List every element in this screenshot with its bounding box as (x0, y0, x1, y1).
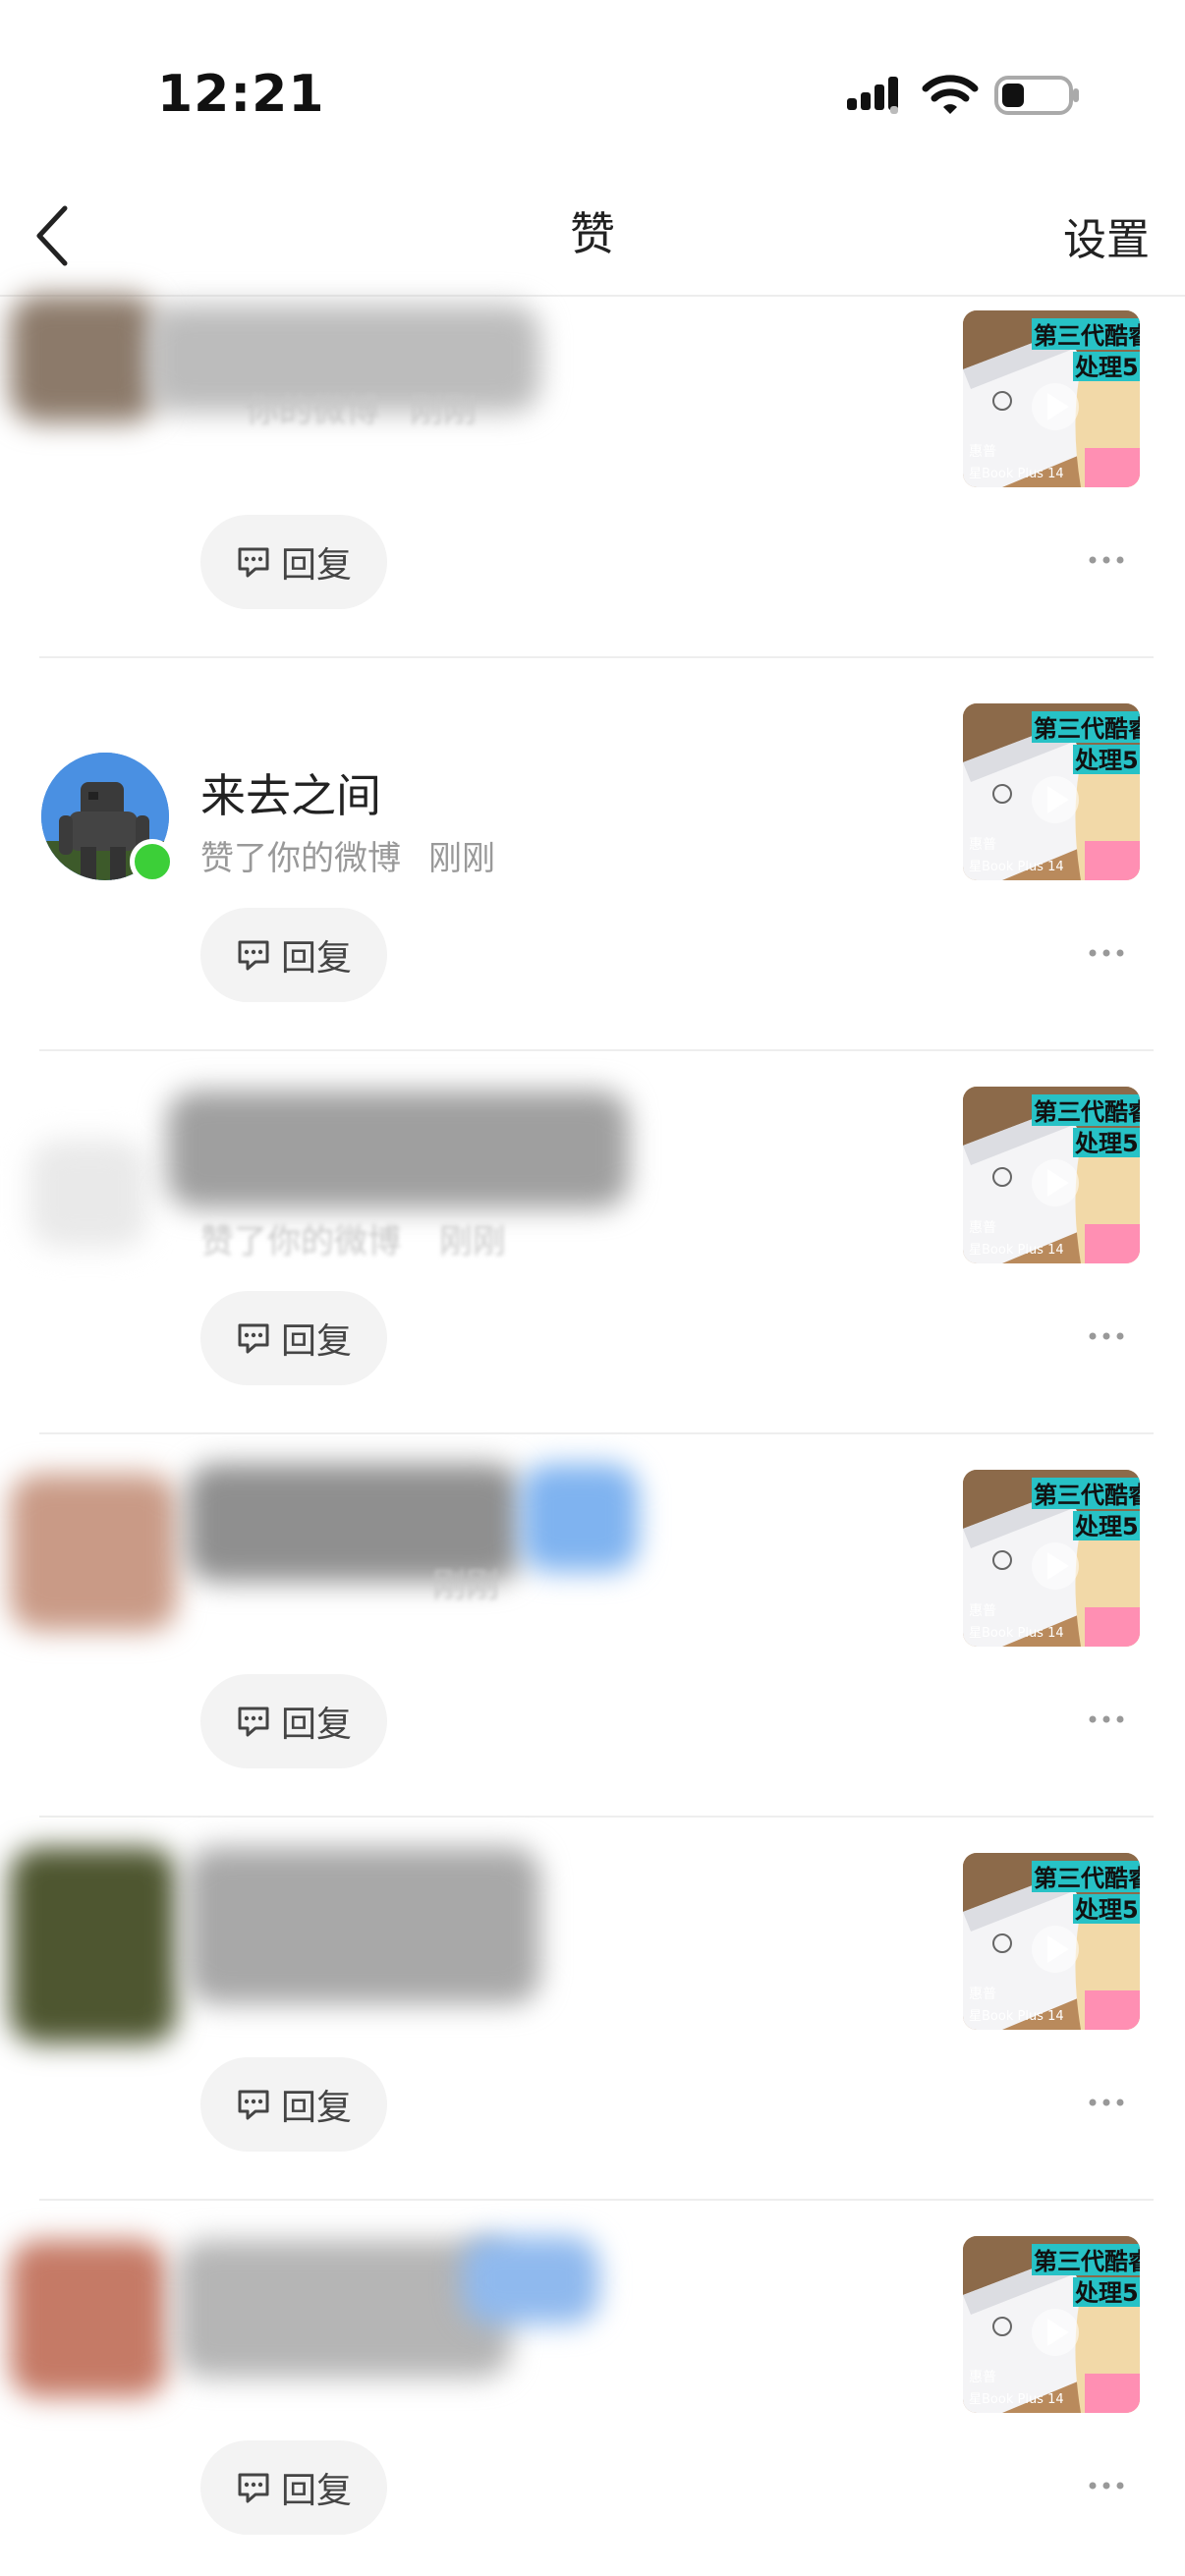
reply-label: 回复 (280, 1321, 352, 1362)
svg-text:惠普: 惠普 (969, 837, 996, 853)
more-icon[interactable] (1087, 2093, 1126, 2112)
post-thumbnail[interactable]: 第三代酷睿 处理5 惠普 星Book Plus 14 (963, 310, 1140, 487)
svg-text:星Book Plus 14: 星Book Plus 14 (969, 860, 1064, 874)
page-title: 赞 (570, 207, 615, 260)
list-item[interactable]: 刚刚 第三代酷睿 处理5 惠普 星Book Plus 14 回复 (0, 1434, 1185, 1818)
post-thumbnail-image: 第三代酷睿 处理5 惠普 星Book Plus 14 (963, 1470, 1140, 1647)
reply-label: 回复 (280, 2088, 352, 2128)
like-action: 赞了你的微博 (200, 1222, 401, 1261)
comment-icon (238, 1323, 269, 1354)
more-icon[interactable] (1087, 1326, 1126, 1346)
svg-text:处理5: 处理5 (1074, 1896, 1139, 1924)
comment-icon (238, 547, 269, 578)
post-thumbnail-image: 第三代酷睿 处理5 惠普 星Book Plus 14 (963, 2236, 1140, 2413)
divider (39, 656, 1154, 658)
redacted-avatar (10, 295, 157, 422)
svg-text:星Book Plus 14: 星Book Plus 14 (969, 2009, 1064, 2024)
status-time: 12:21 (157, 65, 325, 124)
post-thumbnail-image: 第三代酷睿 处理5 惠普 星Book Plus 14 (963, 1853, 1140, 2030)
redacted-avatar (10, 2240, 167, 2397)
svg-text:惠普: 惠普 (969, 1987, 996, 2002)
reply-button[interactable]: 回复 (200, 515, 387, 609)
svg-text:星Book Plus 14: 星Book Plus 14 (969, 467, 1064, 481)
svg-text:星Book Plus 14: 星Book Plus 14 (969, 2392, 1064, 2407)
post-thumbnail-image: 第三代酷睿 处理5 惠普 星Book Plus 14 (963, 1087, 1140, 1263)
post-thumbnail[interactable]: 第三代酷睿 处理5 惠普 星Book Plus 14 (963, 2236, 1140, 2413)
list-item[interactable]: 第三代酷睿 处理5 惠普 星Book Plus 14 回复 (0, 1818, 1185, 2201)
like-subline: 赞了你的微博 刚刚 (200, 831, 495, 879)
settings-button[interactable]: 设置 (1063, 204, 1150, 267)
redacted-text (167, 1091, 629, 1208)
more-icon[interactable] (1087, 1709, 1126, 1729)
svg-text:惠普: 惠普 (969, 1603, 996, 1619)
redacted-text (177, 2240, 511, 2378)
redacted-text (187, 1847, 540, 2004)
wifi-icon (922, 75, 979, 114)
like-time: 刚刚 (428, 839, 495, 878)
svg-text:惠普: 惠普 (969, 444, 996, 460)
redacted-badge (462, 2236, 599, 2324)
reply-button[interactable]: 回复 (200, 2440, 387, 2535)
reply-button[interactable]: 回复 (200, 908, 387, 1002)
nav-bar: 赞 设置 (0, 177, 1185, 297)
comment-icon (238, 2090, 269, 2120)
svg-text:第三代酷睿: 第三代酷睿 (1034, 1865, 1140, 1892)
svg-text:第三代酷睿: 第三代酷睿 (1034, 322, 1140, 350)
post-thumbnail[interactable]: 第三代酷睿 处理5 惠普 星Book Plus 14 (963, 1853, 1140, 2030)
reply-button[interactable]: 回复 (200, 2057, 387, 2152)
reply-label: 回复 (280, 1705, 352, 1745)
more-icon[interactable] (1087, 943, 1126, 963)
more-icon[interactable] (1087, 550, 1126, 570)
signal-icon (847, 77, 898, 114)
reply-button[interactable]: 回复 (200, 1674, 387, 1768)
reply-label: 回复 (280, 938, 352, 979)
online-status-dot (130, 839, 175, 884)
list-item[interactable]: 赞了你的微博 刚刚 第三代酷睿 处理5 惠普 星Book Plus 14 回复 (0, 1051, 1185, 1434)
redacted-avatar (10, 1847, 177, 2044)
svg-text:第三代酷睿: 第三代酷睿 (1034, 1482, 1140, 1509)
like-action: 赞了你的微博 (200, 839, 401, 878)
svg-text:星Book Plus 14: 星Book Plus 14 (969, 1626, 1064, 1641)
post-thumbnail[interactable]: 第三代酷睿 处理5 惠普 星Book Plus 14 (963, 1087, 1140, 1263)
redacted-avatar (10, 1474, 177, 1631)
svg-text:处理5: 处理5 (1074, 2279, 1139, 2307)
post-thumbnail[interactable]: 第三代酷睿 处理5 惠普 星Book Plus 14 (963, 1470, 1140, 1647)
svg-text:处理5: 处理5 (1074, 354, 1139, 381)
comment-icon (238, 940, 269, 971)
svg-text:处理5: 处理5 (1074, 747, 1139, 774)
list-item[interactable]: 第三代酷睿 处理5 惠普 星Book Plus 14 回复 (0, 2201, 1185, 2574)
like-time: 刚刚 (438, 1222, 506, 1261)
reply-button[interactable]: 回复 (200, 1291, 387, 1385)
post-thumbnail[interactable]: 第三代酷睿 处理5 惠普 星Book Plus 14 (963, 703, 1140, 880)
more-icon[interactable] (1087, 2476, 1126, 2495)
comment-icon (238, 2473, 269, 2503)
svg-text:处理5: 处理5 (1074, 1513, 1139, 1540)
svg-text:第三代酷睿: 第三代酷睿 (1034, 2248, 1140, 2275)
svg-text:处理5: 处理5 (1074, 1130, 1139, 1157)
svg-text:第三代酷睿: 第三代酷睿 (1034, 715, 1140, 743)
like-action: 你的微博 (246, 391, 379, 430)
list-item[interactable]: 你的微博 刚刚 第三代酷睿 处理5 惠普 星Book Plus 14 回复 (0, 285, 1185, 658)
reply-label: 回复 (280, 2471, 352, 2511)
like-time: 刚刚 (409, 391, 477, 430)
status-bar: 12:21 (0, 0, 1185, 177)
like-notification-list: 你的微博 刚刚 第三代酷睿 处理5 惠普 星Book Plus 14 回复 来去… (0, 295, 1185, 2574)
comment-icon (238, 1707, 269, 1737)
reply-label: 回复 (280, 545, 352, 586)
like-time: 刚刚 (432, 1566, 499, 1605)
svg-text:第三代酷睿: 第三代酷睿 (1034, 1098, 1140, 1126)
user-name[interactable]: 来去之间 (200, 760, 381, 825)
post-thumbnail-image: 第三代酷睿 处理5 惠普 星Book Plus 14 (963, 703, 1140, 880)
redacted-avatar (29, 1140, 147, 1248)
battery-icon (994, 76, 1079, 115)
svg-text:惠普: 惠普 (969, 1220, 996, 1236)
svg-text:星Book Plus 14: 星Book Plus 14 (969, 1243, 1064, 1258)
post-thumbnail-image: 第三代酷睿 处理5 惠普 星Book Plus 14 (963, 310, 1140, 487)
redacted-badge (521, 1464, 639, 1572)
list-item[interactable]: 来去之间 赞了你的微博 刚刚 第三代酷睿 处理5 惠普 星Book Plus 14… (0, 668, 1185, 1051)
svg-text:惠普: 惠普 (969, 2370, 996, 2385)
